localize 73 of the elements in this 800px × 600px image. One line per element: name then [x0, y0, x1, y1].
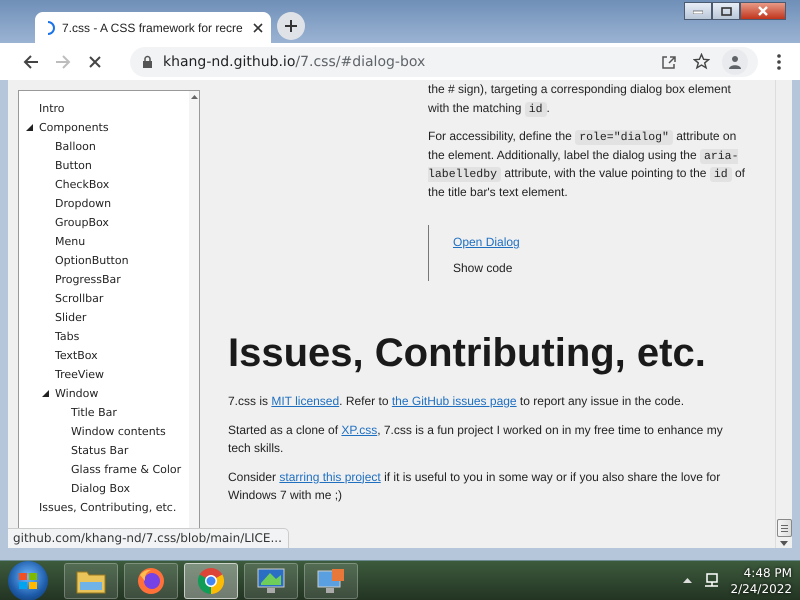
- tree-item[interactable]: TreeView: [55, 368, 104, 381]
- tree-item[interactable]: Scrollbar: [55, 292, 104, 305]
- tree-item[interactable]: Menu: [55, 235, 86, 248]
- tree-item[interactable]: Status Bar: [71, 444, 128, 457]
- profile-button[interactable]: [722, 48, 748, 74]
- taskbar-button[interactable]: [304, 562, 358, 598]
- tree-item[interactable]: Balloon: [55, 140, 96, 153]
- tree-item[interactable]: Button: [55, 159, 92, 172]
- paragraph: the # sign), targeting a corresponding dialog box element: [428, 81, 732, 98]
- taskbar-button[interactable]: [64, 562, 118, 598]
- clock-date: 2/24/2022: [730, 582, 792, 596]
- open-dialog-link[interactable]: Open Dialog: [453, 235, 520, 249]
- lock-icon: [142, 55, 153, 68]
- link[interactable]: starring this project: [279, 470, 381, 484]
- address-bar[interactable]: khang-nd.github.io/7.css/#dialog-box: [130, 46, 758, 76]
- scroll-down-icon[interactable]: [780, 541, 788, 546]
- tree-item[interactable]: Tabs: [55, 330, 80, 343]
- person-icon: [728, 54, 742, 68]
- browser-tab[interactable]: 7.css - A CSS framework for recre: [35, 12, 271, 43]
- windows-logo-icon: [19, 572, 37, 588]
- tree-item[interactable]: ProgressBar: [55, 273, 121, 286]
- ring-logo-icon: [197, 566, 225, 594]
- new-tab-button[interactable]: [277, 12, 305, 40]
- close-button[interactable]: [740, 2, 786, 20]
- show-code-toggle[interactable]: Show code: [453, 258, 512, 277]
- show-hidden-icons-button[interactable]: [683, 578, 692, 583]
- expanded-triangle-icon[interactable]: [42, 390, 48, 397]
- start-button[interactable]: [8, 560, 48, 600]
- stop-icon: [88, 54, 102, 68]
- link[interactable]: MIT licensed: [271, 394, 340, 408]
- taskbar-button[interactable]: [124, 562, 178, 598]
- scrollbar-thumb[interactable]: [776, 519, 792, 537]
- tree-item[interactable]: Intro: [39, 102, 65, 115]
- maximize-button[interactable]: [712, 2, 740, 20]
- minimize-icon: [693, 8, 703, 14]
- paragraph: 7.css is MIT licensed. Refer to the GitHub issues page to report any issue in the code.: [228, 393, 686, 410]
- tree-item[interactable]: TextBox: [55, 349, 98, 362]
- tree-item[interactable]: Window contents: [71, 425, 166, 438]
- monitor-icon: [256, 566, 286, 594]
- monitor-icon: [316, 566, 346, 594]
- tree-item[interactable]: Title Bar: [71, 406, 117, 419]
- tree-item[interactable]: Slider: [55, 311, 86, 324]
- tree-item[interactable]: Dialog Box: [71, 482, 130, 495]
- tree-item[interactable]: OptionButton: [55, 254, 129, 267]
- link[interactable]: the GitHub issues page: [392, 394, 517, 408]
- section-heading: Issues, Contributing, etc.: [228, 331, 707, 375]
- scroll-up-icon[interactable]: [190, 95, 198, 99]
- tree-item[interactable]: Issues, Contributing, etc.: [39, 501, 176, 514]
- status-url: github.com/khang-nd/7.css/blob/main/LICE...: [8, 528, 289, 548]
- tree-item[interactable]: Window: [55, 387, 98, 400]
- close-icon: [757, 6, 769, 16]
- tree-item[interactable]: Dropdown: [55, 197, 112, 210]
- taskbar-button[interactable]: [244, 562, 298, 598]
- tree-item[interactable]: GroupBox: [55, 216, 109, 229]
- more-vertical-icon: [777, 54, 781, 70]
- close-icon: [252, 22, 263, 32]
- tree-item[interactable]: CheckBox: [55, 178, 110, 191]
- plus-icon: [284, 18, 298, 32]
- paragraph: Started as a clone of XP.css, 7.css is a fun project I worked on in my free time to enhance my tech skills.: [228, 422, 724, 457]
- page-scrollbar[interactable]: [775, 80, 792, 548]
- taskbar-button[interactable]: [184, 562, 238, 598]
- paragraph: Consider starring this project if it is useful to you in some way or if you also share the love for Windows 7 with me ;): [228, 468, 722, 504]
- globe-icon: [137, 566, 165, 594]
- expanded-triangle-icon[interactable]: [26, 124, 32, 131]
- maximize-icon: [720, 6, 732, 16]
- tree-item[interactable]: Glass frame & Color: [71, 463, 182, 476]
- network-icon[interactable]: [702, 572, 720, 588]
- paragraph: with the matching id .: [428, 100, 551, 117]
- tree-item[interactable]: Components: [39, 121, 109, 134]
- clock-time: 4:48 PM: [744, 566, 792, 580]
- link[interactable]: XP.css: [341, 422, 378, 436]
- paragraph: For accessibility, define the role="dialog" attribute on the element. Additionally, label the dialog using the aria-labelledby attribute, with the value pointing to the id of the title bar's text element.: [428, 128, 746, 200]
- minimize-button[interactable]: [684, 2, 712, 20]
